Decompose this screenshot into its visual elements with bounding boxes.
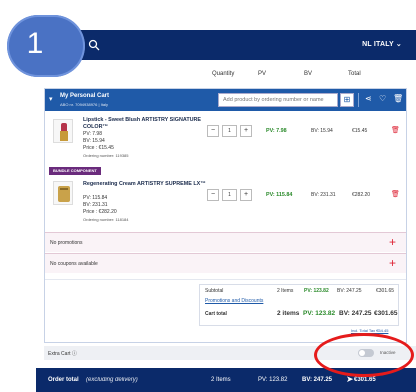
top-nav-bar: NL ITALY ⌄ — [46, 30, 416, 60]
decrease-button[interactable]: − — [207, 189, 219, 201]
product-image-lipstick — [53, 119, 73, 143]
step-number: 1 — [26, 27, 44, 60]
quantity-stepper: − 1 + — [207, 189, 252, 201]
order-total-total: €301.65 — [354, 377, 376, 383]
summary-box — [199, 284, 399, 326]
trash-icon[interactable]: 🗑 — [393, 94, 403, 103]
region-selector[interactable]: NL ITALY ⌄ — [362, 40, 402, 48]
decrease-button[interactable]: − — [207, 125, 219, 137]
cart-total-label: Cart total — [205, 311, 227, 317]
order-total-note: (excluding delivery) — [86, 377, 138, 383]
no-coupons-text: No coupons available — [50, 261, 98, 267]
order-total-bv: BV: 247.25 — [302, 377, 333, 383]
cart-header: ▾ My Personal Cart ABO nr. 7094938976 | … — [45, 89, 406, 111]
product-bv: BV: 231.31 — [83, 202, 108, 208]
coupons-row[interactable]: No coupons available + — [45, 253, 406, 273]
column-pv: PV — [258, 71, 267, 77]
cart-summary: Subtotal 2 Items PV: 123.82 BV: 247.25 €… — [45, 279, 406, 339]
increase-button[interactable]: + — [240, 125, 252, 137]
quantity-value[interactable]: 1 — [222, 125, 237, 137]
heart-icon[interactable]: ♡ — [379, 94, 386, 103]
product-price: Price : €282.20 — [83, 209, 117, 215]
highlight-annotation-ellipse — [314, 333, 414, 377]
product-details: PV: 115.84 BV: 231.31 Price : €282.20 Or… — [83, 195, 129, 223]
item-total: €282.20 — [352, 192, 371, 198]
bundle-component-badge: BUNDLE COMPONENT — [49, 167, 101, 175]
promotions-discounts-link[interactable]: Promotions and Discounts — [205, 298, 263, 304]
remove-item-icon[interactable]: 🗑 — [391, 190, 400, 198]
barcode-icon[interactable]: ⊞ — [340, 93, 354, 107]
quantity-stepper: − 1 + — [207, 125, 252, 137]
subtotal-pv: PV: 123.82 — [304, 288, 329, 294]
subtotal-label: Subtotal — [205, 288, 224, 294]
extra-cart-label: Extra Cart ⓘ — [48, 351, 77, 357]
item-bv: BV: 15.94 — [311, 128, 333, 134]
product-pv: PV: 7.98 — [83, 131, 102, 137]
product-details: PV: 7.98 BV: 15.94 Price : €15.45 Orderi… — [83, 131, 129, 159]
no-promotions-text: No promotions — [50, 240, 83, 246]
chevron-down-icon[interactable]: ▾ — [49, 95, 53, 103]
increase-button[interactable]: + — [240, 189, 252, 201]
subtotal-total: €301.65 — [376, 288, 395, 294]
subtotal-items: 2 Items — [277, 288, 294, 294]
item-bv: BV: 231.31 — [311, 192, 336, 198]
product-ordering-number: Ordering number: 119385 — [83, 153, 129, 158]
order-total-pv: PV: 123.82 — [258, 377, 288, 383]
remove-item-icon[interactable]: 🗑 — [391, 126, 400, 134]
add-product-input[interactable] — [218, 93, 338, 107]
cart-total-pv: PV: 123.82 — [303, 310, 336, 317]
column-headers: Quantity PV BV Total — [46, 66, 416, 82]
plus-icon[interactable]: + — [389, 235, 396, 249]
header-divider — [358, 93, 359, 107]
column-bv: BV — [304, 71, 313, 77]
cart-total-bv: BV: 247.25 — [339, 310, 372, 317]
share-icon[interactable]: ⋖ — [365, 94, 372, 103]
product-bv: BV: 15.94 — [83, 138, 105, 144]
cart-item: Lipstick - Sweet Blush ARTISTRY SIGNATUR… — [45, 115, 406, 161]
product-pv: PV: 115.84 — [83, 195, 108, 201]
item-pv: PV: 115.84 — [266, 192, 293, 198]
product-price: Price : €15.45 — [83, 145, 114, 151]
cart-subtitle: ABO nr. 7094938976 | Italy — [60, 102, 108, 107]
cart-item: Regenerating Cream ARTISTRY SUPREME LX™ … — [45, 177, 406, 227]
quantity-value[interactable]: 1 — [222, 189, 237, 201]
cart-total-total: €301.65 — [374, 310, 398, 317]
subtotal-bv: BV: 247.25 — [337, 288, 362, 294]
product-name[interactable]: Regenerating Cream ARTISTRY SUPREME LX™ — [83, 181, 213, 188]
order-total-items: 2 Items — [211, 377, 231, 383]
plus-icon[interactable]: + — [389, 256, 396, 270]
product-image-cream — [53, 181, 73, 205]
product-ordering-number: Ordering number: 118184 — [83, 217, 129, 222]
column-total: Total — [348, 71, 361, 77]
cart-title: My Personal Cart — [60, 93, 110, 99]
product-name[interactable]: Lipstick - Sweet Blush ARTISTRY SIGNATUR… — [83, 117, 213, 131]
cart-card: ▾ My Personal Cart ABO nr. 7094938976 | … — [44, 88, 407, 343]
order-total-label: Order total — [48, 377, 79, 383]
promotions-row[interactable]: No promotions + — [45, 232, 406, 252]
item-pv: PV: 7.98 — [266, 128, 287, 134]
cart-total-items: 2 items — [277, 310, 300, 317]
column-quantity: Quantity — [212, 71, 235, 77]
search-icon[interactable] — [88, 39, 100, 51]
item-total: €15.45 — [352, 128, 368, 134]
